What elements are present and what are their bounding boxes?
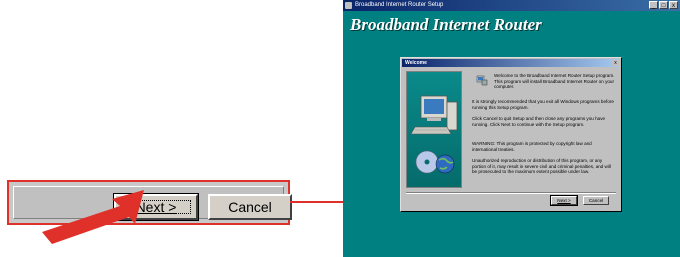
next-button[interactable]: Next > bbox=[550, 195, 578, 206]
setup-screen: Broadband Internet Router Setup _ □ x Br… bbox=[343, 0, 680, 257]
computer-illustration bbox=[406, 71, 462, 188]
cancel-button-label: Cancel bbox=[588, 198, 604, 203]
setup-titlebar-text: Broadband Internet Router Setup bbox=[355, 2, 444, 8]
dialog-separator bbox=[406, 192, 616, 194]
dialog-recommend-text: It is strongly recommended that you exit… bbox=[472, 99, 614, 110]
app-icon bbox=[345, 2, 352, 9]
dialog-intro-text: Welcome to the Broadband Internet Router… bbox=[494, 73, 615, 90]
dialog-titlebar: Welcome x bbox=[402, 59, 620, 67]
dialog-legal-text: Unauthorized reproduction or distributio… bbox=[472, 158, 611, 175]
next-button-label: Next > bbox=[557, 198, 571, 203]
dialog-close-icon[interactable]: x bbox=[612, 60, 619, 66]
computer-icon bbox=[410, 95, 458, 174]
zoom-cancel-button[interactable]: Cancel bbox=[208, 194, 292, 220]
dialog-warning-text: WARNING: This program is protected by co… bbox=[472, 141, 592, 152]
titlebar-controls: _ □ x bbox=[649, 1, 678, 9]
setup-titlebar: Broadband Internet Router Setup _ □ x bbox=[343, 0, 680, 11]
setup-program-icon bbox=[476, 75, 488, 86]
minimize-icon[interactable]: _ bbox=[649, 1, 658, 9]
welcome-dialog: Welcome x Welcome to the Broadband Inter… bbox=[400, 57, 622, 212]
dialog-title: Welcome bbox=[405, 60, 427, 66]
dialog-instructions-text: Click Cancel to quit Setup and then clos… bbox=[472, 116, 606, 127]
zoom-cancel-label: Cancel bbox=[228, 199, 272, 215]
setup-heading: Broadband Internet Router bbox=[350, 15, 542, 34]
maximize-icon[interactable]: □ bbox=[659, 1, 668, 9]
close-icon[interactable]: x bbox=[669, 1, 678, 9]
cancel-button[interactable]: Cancel bbox=[583, 196, 609, 205]
pointer-arrow-icon bbox=[42, 190, 144, 244]
